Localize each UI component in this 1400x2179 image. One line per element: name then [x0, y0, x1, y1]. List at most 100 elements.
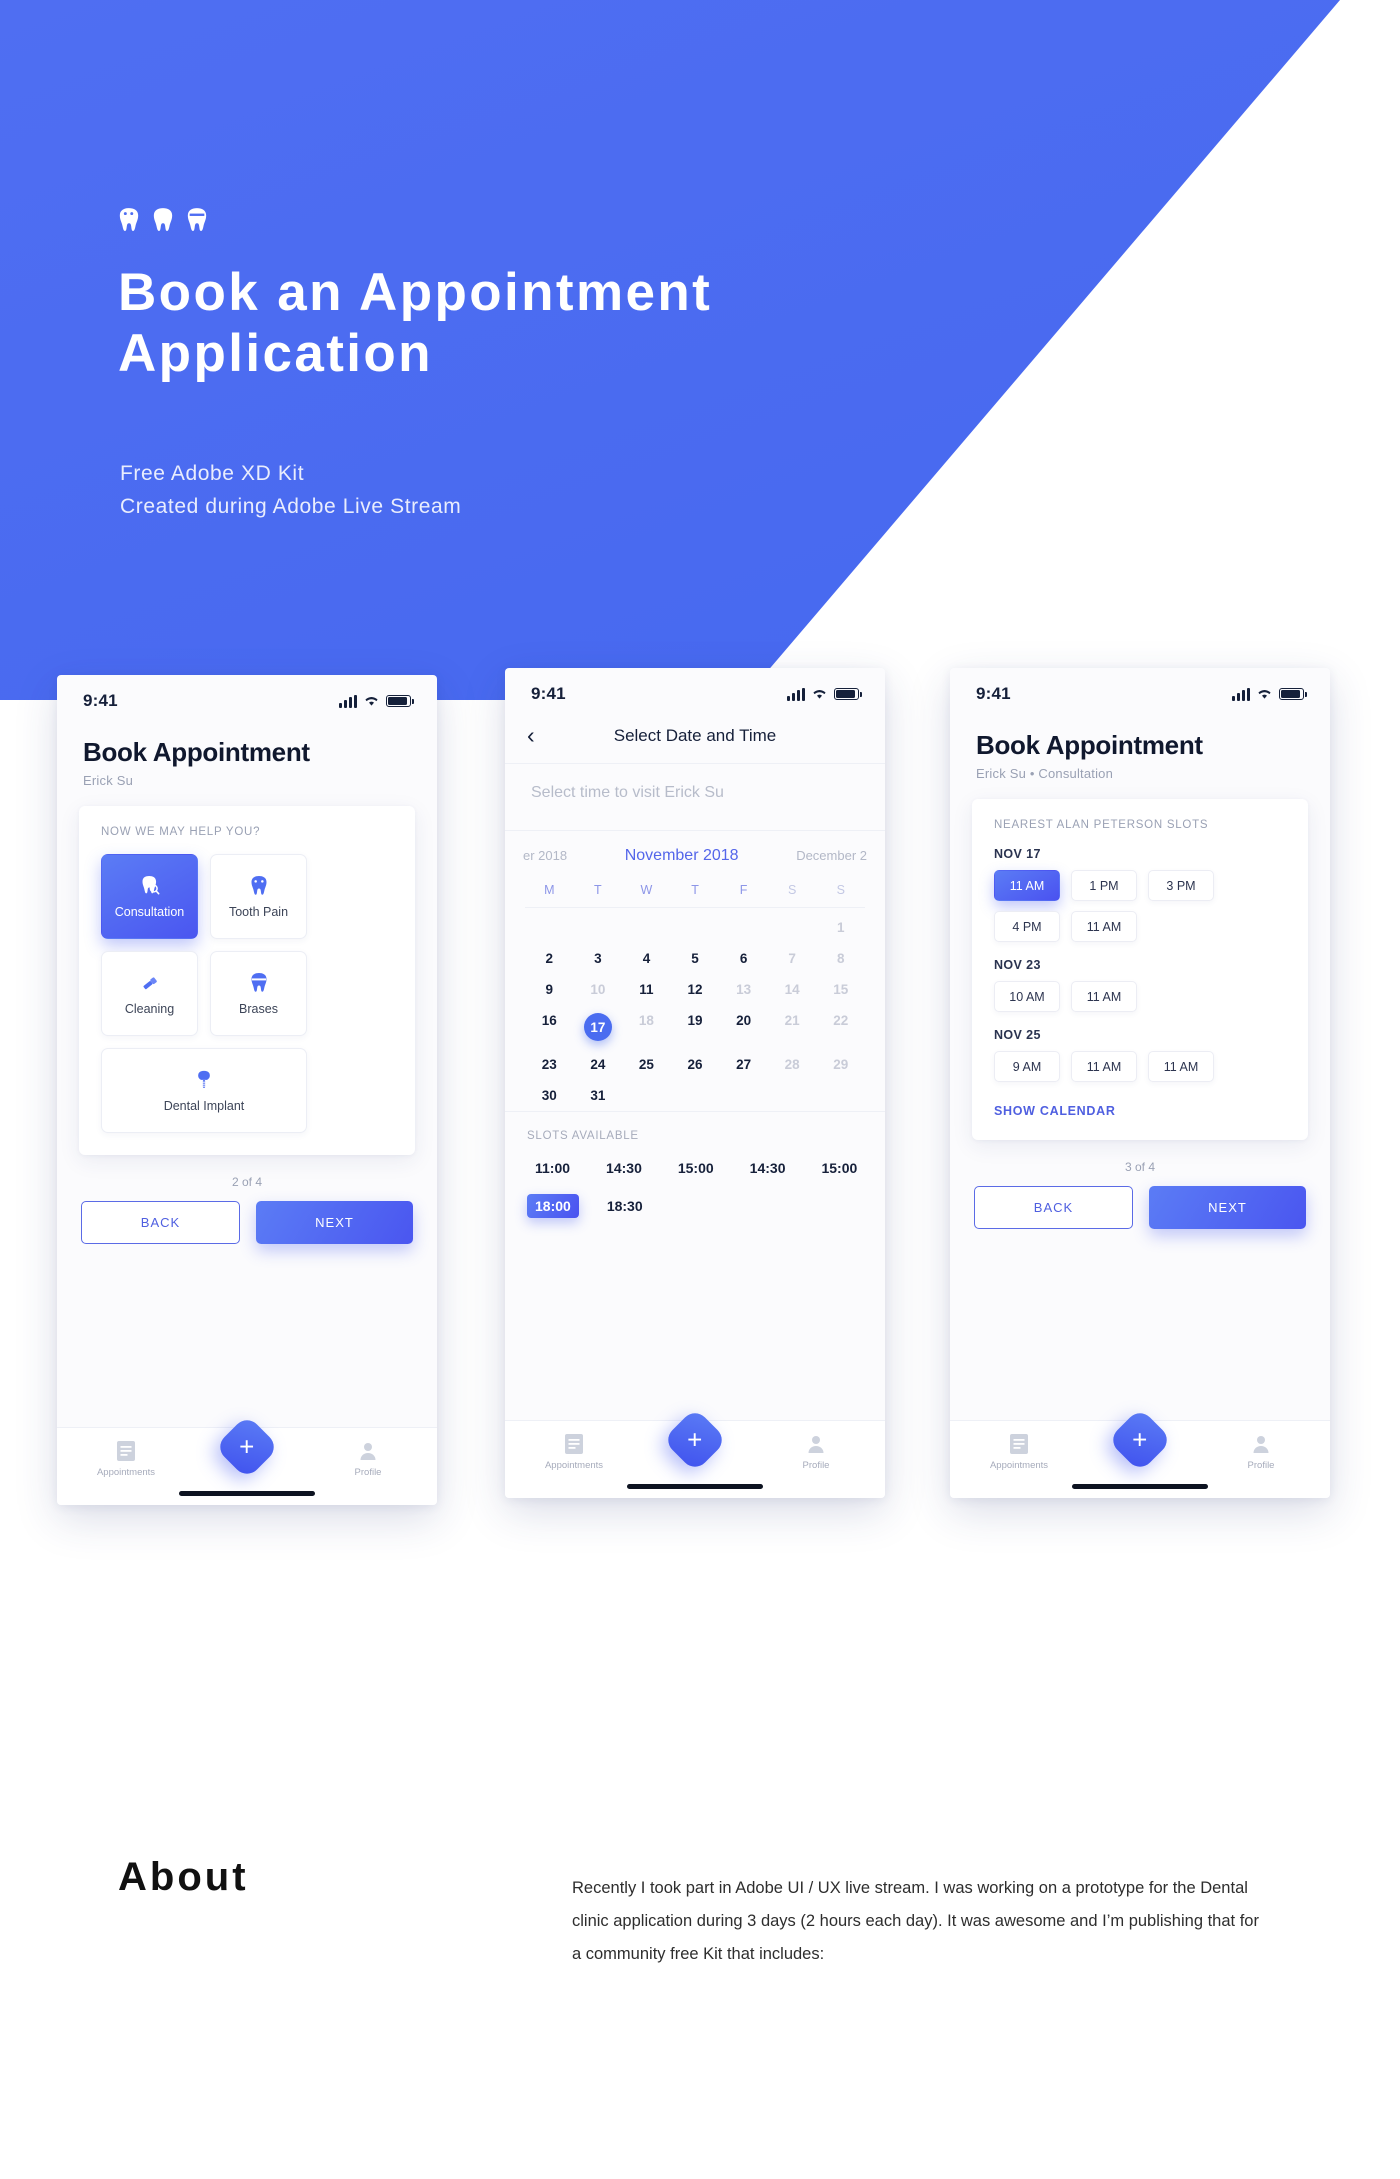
service-tile-brases[interactable]: Brases	[210, 951, 307, 1036]
calendar-day[interactable]: 22	[816, 1005, 865, 1049]
time-slot-chip[interactable]: 9 AM	[994, 1051, 1060, 1082]
calendar-day[interactable]: 17	[574, 1005, 623, 1049]
time-slot[interactable]: 18:00	[527, 1194, 579, 1218]
next-button[interactable]: NEXT	[1149, 1186, 1306, 1229]
time-slot-chip[interactable]: 3 PM	[1148, 870, 1214, 901]
calendar-day[interactable]: 30	[525, 1080, 574, 1111]
calendar-day[interactable]: 2	[525, 943, 574, 974]
time-slot[interactable]: 15:00	[670, 1156, 722, 1180]
add-appointment-fab[interactable]: +	[662, 1407, 728, 1473]
nearest-slots-card: NEAREST ALAN PETERSON SLOTS NOV 17 11 AM 1…	[972, 799, 1308, 1140]
calendar-day[interactable]: 5	[671, 943, 720, 974]
dow-label: M	[544, 883, 555, 897]
tab-appointments[interactable]: Appointments	[86, 1440, 166, 1478]
calendar-day[interactable]: 9	[525, 974, 574, 1005]
calendar-day[interactable]: 18	[622, 1005, 671, 1049]
time-slot-chip[interactable]: 11 AM	[1071, 1051, 1137, 1082]
show-calendar-link[interactable]: SHOW CALENDAR	[994, 1104, 1286, 1118]
time-slot-chip[interactable]: 11 AM	[1071, 911, 1137, 942]
back-button[interactable]: BACK	[81, 1201, 240, 1244]
calendar-day[interactable]: 14	[768, 974, 817, 1005]
calendar-day[interactable]: 4	[622, 943, 671, 974]
tooth-icon-group	[118, 207, 208, 233]
calendar-day[interactable]: 7	[768, 943, 817, 974]
slot-day-label: NOV 23	[994, 958, 1041, 972]
time-slot[interactable]: 14:30	[598, 1156, 650, 1180]
service-tile-consultation[interactable]: Consultation	[101, 854, 198, 939]
time-search-field[interactable]: Select time to visit Erick Su	[505, 763, 885, 831]
service-tile-grid: Consultation Tooth Pain Cleaning Brases …	[101, 854, 393, 1133]
time-slot-chip[interactable]: 11 AM	[1071, 981, 1137, 1012]
time-slot-chip[interactable]: 1 PM	[1071, 870, 1137, 901]
calendar-day[interactable]: 23	[525, 1049, 574, 1080]
calendar-day[interactable]: 25	[622, 1049, 671, 1080]
time-slot-chip[interactable]: 10 AM	[994, 981, 1060, 1012]
time-slot[interactable]: 18:30	[599, 1194, 651, 1218]
calendar-empty-cell	[525, 912, 574, 943]
calendar-day[interactable]: 3	[574, 943, 623, 974]
tab-profile[interactable]: Profile	[776, 1433, 856, 1471]
list-icon	[1010, 1434, 1028, 1454]
calendar-weeks: 1 2 3 4 5 6 7 8 9 10 11 12 13 14 15 16 17 18 19 20 21 22 23 24 2…	[505, 912, 885, 1111]
calendar-day[interactable]: 19	[671, 1005, 720, 1049]
time-slot-chip[interactable]: 11 AM	[1148, 1051, 1214, 1082]
time-slot[interactable]: 11:00	[527, 1156, 578, 1180]
calendar-empty-cell	[671, 1080, 720, 1111]
service-tile-dental-implant[interactable]: Dental Implant	[101, 1048, 307, 1133]
calendar-day[interactable]: 26	[671, 1049, 720, 1080]
service-tile-tooth-pain[interactable]: Tooth Pain	[210, 854, 307, 939]
screen1-actions: BACK NEXT	[57, 1201, 437, 1244]
calendar-next-month[interactable]: December 2	[796, 848, 867, 863]
calendar-day[interactable]: 24	[574, 1049, 623, 1080]
plus-icon: +	[1132, 1425, 1148, 1455]
calendar-prev-month[interactable]: er 2018	[523, 848, 567, 863]
calendar-day[interactable]: 1	[816, 912, 865, 943]
calendar-day[interactable]: 12	[671, 974, 720, 1005]
service-tile-cleaning[interactable]: Cleaning	[101, 951, 198, 1036]
calendar-empty-cell	[768, 912, 817, 943]
calendar-day[interactable]: 21	[768, 1005, 817, 1049]
tab-appointments[interactable]: Appointments	[534, 1433, 614, 1471]
calendar-empty-cell	[574, 912, 623, 943]
calendar-day[interactable]: 15	[816, 974, 865, 1005]
phone-screen-2: 9:41 ‹ Select Date and Time Select time …	[505, 668, 885, 1498]
time-slot-chip[interactable]: 4 PM	[994, 911, 1060, 942]
battery-icon	[1279, 688, 1308, 700]
phone-screen-3: 9:41 Book Appointment Erick Su • Consult…	[950, 668, 1330, 1498]
wifi-icon	[813, 690, 826, 699]
time-slot[interactable]: 14:30	[742, 1156, 794, 1180]
calendar-day[interactable]: 29	[816, 1049, 865, 1080]
chip-row: 9 AM 11 AM 11 AM	[994, 1051, 1286, 1082]
calendar-day[interactable]: 11	[622, 974, 671, 1005]
calendar-day[interactable]: 10	[574, 974, 623, 1005]
calendar-day[interactable]: 20	[719, 1005, 768, 1049]
chip-row: 10 AM 11 AM	[994, 981, 1286, 1012]
tab-label: Appointments	[96, 1467, 156, 1478]
calendar-day[interactable]: 28	[768, 1049, 817, 1080]
tab-profile[interactable]: Profile	[1221, 1433, 1301, 1471]
calendar-day[interactable]: 13	[719, 974, 768, 1005]
calendar-week-row: 30 31	[525, 1080, 865, 1111]
service-tile-label: Dental Implant	[163, 1098, 245, 1113]
tab-label: Profile	[354, 1467, 382, 1478]
tab-label: Profile	[1247, 1460, 1275, 1471]
add-appointment-fab[interactable]: +	[214, 1414, 280, 1480]
time-slot-chip[interactable]: 11 AM	[994, 870, 1060, 901]
calendar-day[interactable]: 6	[719, 943, 768, 974]
add-appointment-fab[interactable]: +	[1107, 1407, 1173, 1473]
time-slot[interactable]: 15:00	[813, 1156, 865, 1180]
calendar-day[interactable]: 27	[719, 1049, 768, 1080]
about-body: Recently I took part in Adobe UI / UX li…	[572, 1879, 1259, 1963]
next-button[interactable]: NEXT	[256, 1201, 413, 1244]
screen3-actions: BACK NEXT	[950, 1186, 1330, 1229]
calendar-day[interactable]: 8	[816, 943, 865, 974]
tab-appointments[interactable]: Appointments	[979, 1433, 1059, 1471]
hero-title: Book an Appointment Application	[118, 263, 713, 384]
calendar-day[interactable]: 16	[525, 1005, 574, 1049]
status-bar: 9:41	[57, 675, 437, 727]
nav-bar: ‹ Select Date and Time	[505, 720, 885, 763]
services-card: NOW WE MAY HELP YOU? Consultation Tooth …	[79, 806, 415, 1155]
calendar-day[interactable]: 31	[574, 1080, 623, 1111]
tab-profile[interactable]: Profile	[328, 1440, 408, 1478]
back-button[interactable]: BACK	[974, 1186, 1133, 1229]
